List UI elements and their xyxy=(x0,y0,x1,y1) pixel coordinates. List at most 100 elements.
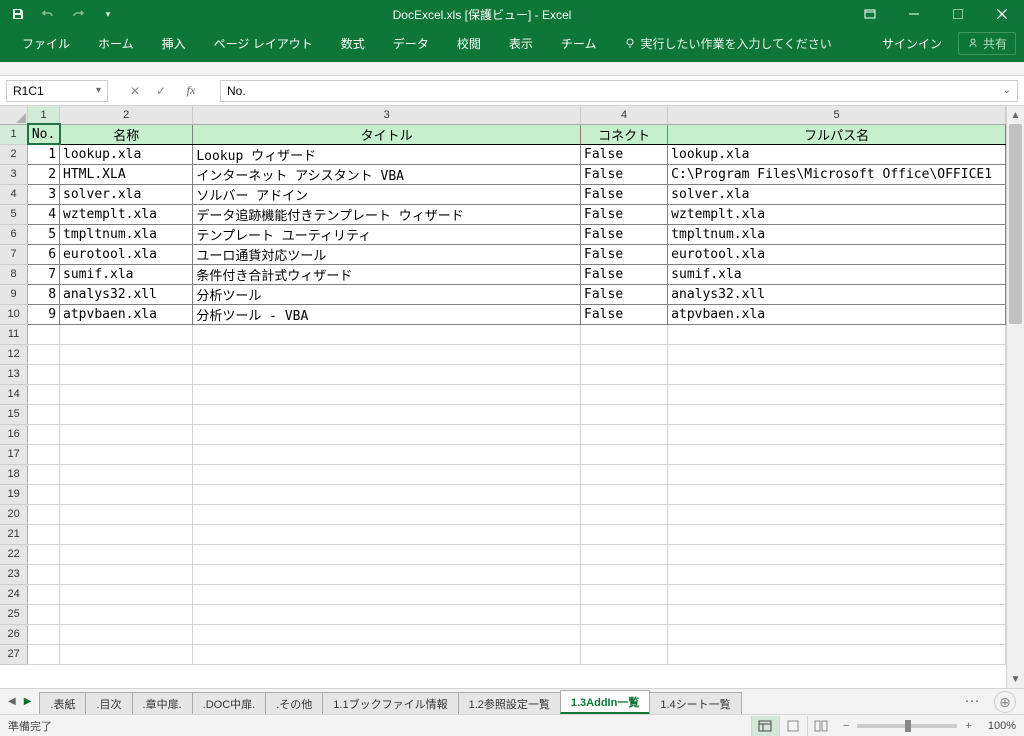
cell[interactable] xyxy=(668,324,1006,344)
cell[interactable]: 分析ツール - VBA xyxy=(193,304,581,324)
cell[interactable] xyxy=(581,364,668,384)
maximize-button[interactable] xyxy=(936,0,980,28)
tab-more-icon[interactable]: … xyxy=(958,689,986,714)
cell[interactable] xyxy=(60,524,193,544)
cell[interactable] xyxy=(60,604,193,624)
cell[interactable] xyxy=(193,464,581,484)
col-header[interactable]: 2 xyxy=(60,106,193,124)
cell[interactable] xyxy=(28,544,60,564)
cell[interactable] xyxy=(668,604,1006,624)
cell[interactable] xyxy=(581,384,668,404)
cell[interactable]: 9 xyxy=(28,304,60,324)
sheet-tab[interactable]: 1.4シート一覧 xyxy=(649,692,741,714)
cell[interactable] xyxy=(193,324,581,344)
cell[interactable] xyxy=(193,344,581,364)
col-header[interactable]: 4 xyxy=(581,106,668,124)
cell[interactable]: 8 xyxy=(28,284,60,304)
row-header[interactable]: 5 xyxy=(0,204,28,224)
cell[interactable]: HTML.XLA xyxy=(60,164,193,184)
share-button[interactable]: 共有 xyxy=(958,32,1016,55)
cell[interactable] xyxy=(28,564,60,584)
cell[interactable]: ソルバー アドイン xyxy=(193,184,581,204)
cell[interactable]: 条件付き合計式ウィザード xyxy=(193,264,581,284)
chevron-down-icon[interactable]: ▾ xyxy=(96,85,101,96)
cell[interactable] xyxy=(28,464,60,484)
cell[interactable] xyxy=(581,464,668,484)
cell[interactable]: atpvbaen.xla xyxy=(60,304,193,324)
row-header[interactable]: 13 xyxy=(0,364,28,384)
cell[interactable] xyxy=(193,444,581,464)
cell[interactable] xyxy=(668,584,1006,604)
cell[interactable]: atpvbaen.xla xyxy=(668,304,1006,324)
cell[interactable] xyxy=(60,424,193,444)
redo-icon[interactable] xyxy=(70,6,86,22)
cell[interactable]: sumif.xla xyxy=(60,264,193,284)
cell[interactable] xyxy=(60,504,193,524)
tab-insert[interactable]: 挿入 xyxy=(148,28,200,58)
cell[interactable] xyxy=(28,484,60,504)
tab-scroll-left-icon[interactable]: ◀ xyxy=(8,696,16,707)
cell[interactable] xyxy=(668,384,1006,404)
cell[interactable] xyxy=(668,524,1006,544)
minimize-button[interactable] xyxy=(892,0,936,28)
cell[interactable] xyxy=(60,644,193,664)
scroll-down-button[interactable]: ▼ xyxy=(1007,670,1024,688)
cell[interactable] xyxy=(28,444,60,464)
cell[interactable]: False xyxy=(581,164,668,184)
cell[interactable]: 6 xyxy=(28,244,60,264)
cell[interactable]: solver.xla xyxy=(668,184,1006,204)
col-header[interactable]: 5 xyxy=(668,106,1006,124)
cell[interactable] xyxy=(193,364,581,384)
vertical-scrollbar[interactable]: ▲ ▼ xyxy=(1006,106,1024,688)
cell[interactable] xyxy=(581,544,668,564)
cell[interactable] xyxy=(193,584,581,604)
cell[interactable]: コネクト xyxy=(581,124,668,144)
zoom-level[interactable]: 100% xyxy=(988,720,1016,732)
cell[interactable]: wztemplt.xla xyxy=(668,204,1006,224)
ribbon-display-icon[interactable] xyxy=(848,0,892,28)
undo-icon[interactable] xyxy=(40,6,56,22)
cell[interactable]: 1 xyxy=(28,144,60,164)
cell[interactable]: 分析ツール xyxy=(193,284,581,304)
select-all-corner[interactable] xyxy=(0,106,28,124)
fx-button[interactable]: fx xyxy=(178,80,204,102)
cell[interactable] xyxy=(193,384,581,404)
row-header[interactable]: 12 xyxy=(0,344,28,364)
cell[interactable] xyxy=(581,504,668,524)
zoom-out-button[interactable]: − xyxy=(843,720,849,732)
cell[interactable] xyxy=(668,444,1006,464)
cell[interactable]: インターネット アシスタント VBA xyxy=(193,164,581,184)
sheet-tab[interactable]: .表紙 xyxy=(39,692,86,714)
cell[interactable]: 2 xyxy=(28,164,60,184)
scroll-up-button[interactable]: ▲ xyxy=(1007,106,1024,124)
row-header[interactable]: 24 xyxy=(0,584,28,604)
cell[interactable]: eurotool.xla xyxy=(668,244,1006,264)
cell[interactable]: ユーロ通貨対応ツール xyxy=(193,244,581,264)
cell[interactable] xyxy=(581,584,668,604)
cell[interactable] xyxy=(581,644,668,664)
cell[interactable]: tmpltnum.xla xyxy=(668,224,1006,244)
row-header[interactable]: 22 xyxy=(0,544,28,564)
cell[interactable] xyxy=(28,584,60,604)
sheet-tab[interactable]: .DOC中扉. xyxy=(192,692,267,714)
page-break-view-button[interactable] xyxy=(807,716,835,736)
tab-scroll-right-icon[interactable]: ▶ xyxy=(24,696,32,707)
row-header[interactable]: 3 xyxy=(0,164,28,184)
cell[interactable] xyxy=(581,624,668,644)
cell[interactable]: False xyxy=(581,204,668,224)
zoom-slider[interactable] xyxy=(857,724,957,728)
new-sheet-button[interactable]: ⊕ xyxy=(994,691,1016,713)
cell[interactable] xyxy=(668,404,1006,424)
cell[interactable]: False xyxy=(581,304,668,324)
row-header[interactable]: 21 xyxy=(0,524,28,544)
cell[interactable] xyxy=(668,624,1006,644)
cell[interactable] xyxy=(668,564,1006,584)
cell[interactable]: False xyxy=(581,244,668,264)
cell[interactable] xyxy=(581,424,668,444)
cell[interactable] xyxy=(668,364,1006,384)
sheet-tab[interactable]: 1.3AddIn一覧 xyxy=(560,690,650,714)
cell[interactable] xyxy=(668,644,1006,664)
row-header[interactable]: 20 xyxy=(0,504,28,524)
cell[interactable] xyxy=(581,404,668,424)
cell[interactable]: False xyxy=(581,184,668,204)
